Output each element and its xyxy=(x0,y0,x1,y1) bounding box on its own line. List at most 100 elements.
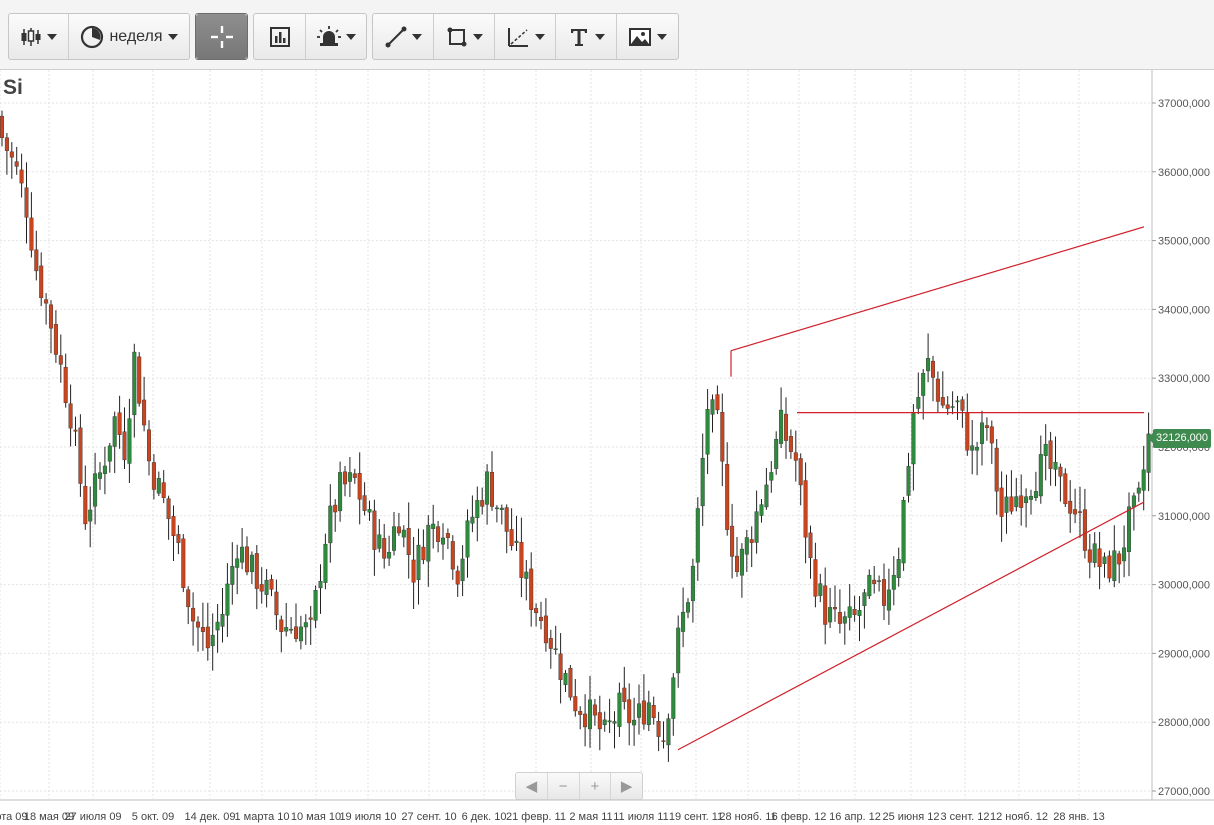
candle-body xyxy=(627,699,632,724)
candle-body xyxy=(1122,547,1127,562)
candle-body xyxy=(426,524,431,562)
candle-body xyxy=(220,613,225,627)
candle-body xyxy=(1014,496,1019,508)
candle-body xyxy=(710,399,715,415)
candle-body xyxy=(63,366,68,403)
candle-body xyxy=(499,507,504,510)
candle-body xyxy=(421,546,426,561)
candle-body xyxy=(480,500,485,507)
x-tick-label: 19 сент. 11 xyxy=(669,811,723,823)
candle-body xyxy=(387,551,392,559)
candle-body xyxy=(1024,496,1029,504)
candle-body xyxy=(539,616,544,622)
candle-body xyxy=(534,608,539,614)
x-tick-label: 27 сент. 10 xyxy=(401,811,456,823)
last-price-tag: 32126,000 xyxy=(1147,429,1211,448)
candle-body xyxy=(279,619,284,632)
candle-body xyxy=(416,544,421,580)
y-tick-label: 33000,000 xyxy=(1158,373,1210,385)
candle-body xyxy=(445,533,450,538)
candle-body xyxy=(984,425,989,428)
x-tick-label: 19 июля 10 xyxy=(339,811,396,823)
zoom-in-button[interactable]: + xyxy=(580,773,612,799)
candle-body xyxy=(886,589,891,611)
y-tick-label: 30000,000 xyxy=(1158,580,1210,592)
candle-body xyxy=(1019,495,1024,508)
candle-body xyxy=(68,403,73,429)
candle-body xyxy=(132,351,137,416)
chart-navigator: ◀ − + ▶ xyxy=(515,772,643,800)
candle-body xyxy=(195,621,200,628)
candle-body xyxy=(588,699,593,730)
candle-body xyxy=(1004,496,1009,513)
candle-body xyxy=(921,373,926,396)
candle-body xyxy=(940,397,945,406)
candle-body xyxy=(1112,550,1117,581)
candle-body xyxy=(289,628,294,631)
candle-body xyxy=(1058,466,1063,477)
candle-body xyxy=(1097,548,1102,567)
scroll-right-button[interactable]: ▶ xyxy=(611,773,642,799)
candle-body xyxy=(896,559,901,578)
candle-body xyxy=(656,721,661,737)
candle-body xyxy=(294,626,299,639)
candle-body xyxy=(377,534,382,549)
candle-body xyxy=(151,462,156,490)
candle-body xyxy=(411,559,416,583)
y-tick-label: 29000,000 xyxy=(1158,648,1210,660)
candle-body xyxy=(1077,511,1082,513)
candle-body xyxy=(690,565,695,602)
candle-body xyxy=(431,523,436,529)
price-chart[interactable]: 37000,000 36000,000 35000,000 34000,000 3300… xyxy=(0,0,1214,825)
candle-body xyxy=(994,447,999,492)
candle-body xyxy=(1063,473,1068,505)
candle-body xyxy=(543,615,548,644)
candle-body xyxy=(318,580,323,589)
candle-body xyxy=(602,719,607,726)
candle-body xyxy=(637,703,642,718)
candle-body xyxy=(504,507,509,532)
candle-body xyxy=(646,702,651,725)
candle-body xyxy=(88,509,93,522)
scroll-left-button[interactable]: ◀ xyxy=(516,773,548,799)
candle-body xyxy=(833,607,838,610)
candle-body xyxy=(39,265,44,299)
candle-body xyxy=(1073,509,1078,515)
candle-body xyxy=(176,534,181,543)
candle-body xyxy=(259,584,264,592)
candle-body xyxy=(1053,461,1058,470)
candle-body xyxy=(490,472,495,507)
candle-body xyxy=(779,409,784,444)
candle-body xyxy=(578,711,583,715)
candle-body xyxy=(215,621,220,631)
candle-body xyxy=(514,540,519,543)
symbol-label: Si xyxy=(3,76,23,99)
candle-body xyxy=(916,397,921,409)
candle-body xyxy=(83,486,88,525)
x-tick-label: 10 мая 10 xyxy=(291,811,341,823)
candle-body xyxy=(161,482,166,498)
x-tick-label: 14 дек. 09 xyxy=(185,811,236,823)
candle-body xyxy=(529,568,534,610)
candle-body xyxy=(573,696,578,712)
x-tick-label: 6 февр. 12 xyxy=(772,811,827,823)
candle-body xyxy=(1043,444,1048,456)
candle-body xyxy=(274,591,279,616)
candle-body xyxy=(837,612,842,624)
candle-body xyxy=(19,169,24,184)
zoom-out-button[interactable]: − xyxy=(548,773,580,799)
y-tick-label: 27000,000 xyxy=(1158,786,1210,798)
candle-body xyxy=(617,692,622,727)
candle-body xyxy=(264,579,269,595)
candle-body xyxy=(548,638,553,649)
candle-body xyxy=(328,505,333,544)
candle-body xyxy=(347,472,352,482)
y-tick-label: 35000,000 xyxy=(1158,236,1210,248)
x-tick-label: 1 марта 10 xyxy=(234,811,289,823)
candle-body xyxy=(980,422,985,444)
candle-body xyxy=(592,704,597,716)
candle-body xyxy=(906,466,911,496)
candle-body xyxy=(249,554,254,573)
candle-body xyxy=(191,607,196,622)
y-tick-label: 28000,000 xyxy=(1158,717,1210,729)
